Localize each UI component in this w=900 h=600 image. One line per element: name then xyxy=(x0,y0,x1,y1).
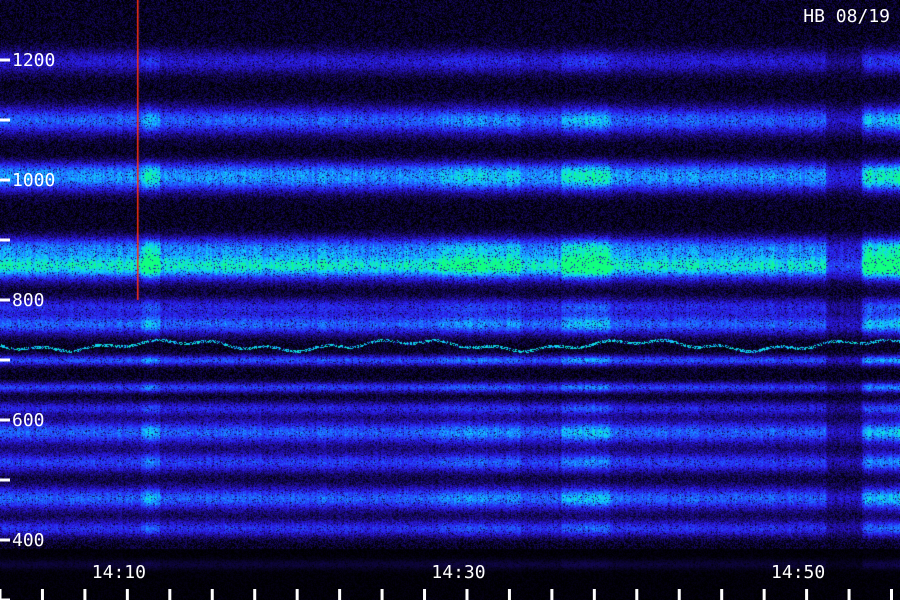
y-axis: 1200 1000 800 600 400 xyxy=(0,50,55,600)
y-tick-label: 600 xyxy=(12,410,45,431)
x-tick-label: 14:50 xyxy=(771,562,825,583)
y-tick-label: 1000 xyxy=(12,170,55,191)
y-tick-label: 1200 xyxy=(12,50,55,71)
x-axis: 14:10 14:30 14:50 xyxy=(0,562,894,600)
x-tick-label: 14:30 xyxy=(431,562,485,583)
x-tick-label: 14:10 xyxy=(92,562,146,583)
y-tick-label: 400 xyxy=(12,530,45,551)
y-tick-label: 800 xyxy=(12,290,45,311)
chart-title: HB 08/19 xyxy=(803,6,890,27)
axes-overlay: 1200 1000 800 600 400 14:10 14:30 14:50 HB 08/… xyxy=(0,6,894,600)
